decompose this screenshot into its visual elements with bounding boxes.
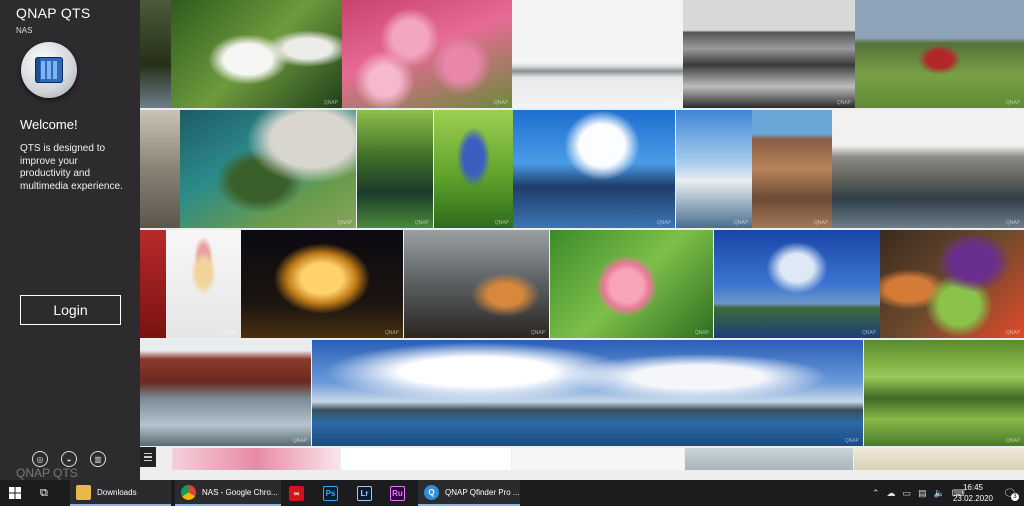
taskbar-item-creative-cloud[interactable]: ∞ xyxy=(289,480,307,506)
photo-tile: QNAP xyxy=(855,0,1024,108)
battery-icon[interactable]: ▭ xyxy=(903,488,912,499)
taskbar-item-chrome[interactable]: NAS - Google Chro... xyxy=(175,480,281,506)
taskbar-item-rush[interactable]: Ru xyxy=(390,480,408,506)
photo-tile: QNAP xyxy=(434,110,513,228)
photo-tile xyxy=(685,448,853,470)
photo-tile: QNAP xyxy=(512,0,683,108)
photo-tile: QNAP xyxy=(683,0,855,108)
network-icon[interactable]: ▤ xyxy=(918,488,927,499)
rush-icon: Ru xyxy=(390,485,405,501)
login-panel: QNAP QTS NAS Welcome! QTS is designed to… xyxy=(0,0,140,480)
welcome-heading: Welcome! xyxy=(20,117,78,132)
photo-tile: QNAP xyxy=(880,230,1024,338)
photo-tile: QNAP xyxy=(864,340,1024,446)
cloud-icon[interactable]: ☁ xyxy=(887,488,896,499)
brand-qnap: QNAP xyxy=(16,5,57,21)
mobile-apps-icon[interactable]: ◎ xyxy=(32,451,48,467)
photo-tile: QNAP xyxy=(676,110,752,228)
device-label: NAS xyxy=(16,26,33,35)
chevron-up-icon[interactable]: ⌃ xyxy=(872,488,880,499)
photo-tile: QNAP xyxy=(171,0,342,108)
welcome-description: QTS is designed to improve your producti… xyxy=(20,143,123,192)
photo-tile: QNAP xyxy=(404,230,549,338)
clock-date: 23.02.2020 xyxy=(952,494,994,503)
lightroom-icon: Lr xyxy=(357,485,372,501)
photo-tile xyxy=(140,0,171,108)
notification-count: 3 xyxy=(1010,492,1019,501)
windows-taskbar: ⧉ Downloads NAS - Google Chro... ∞ Ps Lr… xyxy=(0,480,1024,506)
photo-tile: QNAP xyxy=(832,110,1024,228)
photo-tile: QNAP xyxy=(513,110,675,228)
brand-qts: QTS xyxy=(60,5,91,21)
taskbar-item-downloads[interactable]: Downloads xyxy=(70,480,171,506)
taskbar-item-qfinder[interactable]: Q QNAP Qfinder Pro ... xyxy=(418,480,520,506)
folder-icon xyxy=(76,484,91,500)
photo-tile xyxy=(140,110,180,228)
qts-login-screen: QNAP QNAP QNAP QNAP QNAP QNAP QNAP QNAP … xyxy=(0,0,1024,506)
photoshop-icon: Ps xyxy=(323,485,338,501)
taskbar-item-lightroom[interactable]: Lr xyxy=(357,480,375,506)
qfinder-icon: Q xyxy=(424,484,439,500)
clock-time: 16:45 xyxy=(962,483,984,492)
windows-logo-icon xyxy=(9,487,21,499)
notification-icon: 🗨 3 xyxy=(1003,487,1019,501)
photo-tile: QNAP xyxy=(714,230,880,338)
taskbar-item-photoshop[interactable]: Ps xyxy=(323,480,341,506)
photo-tile: QNAP xyxy=(241,230,403,338)
photo-tile: QNAP xyxy=(180,110,356,228)
panel-menu-handle[interactable] xyxy=(140,447,156,467)
task-view-icon: ⧉ xyxy=(40,486,48,499)
notification-center-button[interactable]: 🗨 3 xyxy=(1003,480,1019,506)
photo-tile: QNAP xyxy=(166,230,241,338)
chrome-icon xyxy=(181,484,196,500)
brand-title: QNAP QTS xyxy=(16,5,91,21)
creative-cloud-icon: ∞ xyxy=(289,485,304,501)
photo-tile: QNAP xyxy=(752,110,832,228)
clock[interactable]: 16:45 23.02.2020 xyxy=(948,482,998,504)
photo-tile xyxy=(854,448,1024,470)
photo-tile xyxy=(140,230,166,338)
photo-tile xyxy=(512,448,684,470)
photo-tile xyxy=(341,448,511,470)
login-button[interactable]: Login xyxy=(20,295,121,325)
photo-tile: QNAP xyxy=(357,110,433,228)
start-button[interactable] xyxy=(9,480,25,506)
footer-brand: QNAP QTS xyxy=(16,466,78,480)
panel-footer-icons: ◎ ◒ ▥ xyxy=(32,451,106,467)
portal-icon[interactable]: ▥ xyxy=(90,451,106,467)
nas-device-icon xyxy=(21,42,77,98)
photo-tile: QNAP xyxy=(550,230,713,338)
volume-icon[interactable]: 🔈 xyxy=(934,488,945,499)
utility-icon[interactable]: ◒ xyxy=(61,451,77,467)
photo-tile: QNAP xyxy=(140,340,311,446)
photo-wall: QNAP QNAP QNAP QNAP QNAP QNAP QNAP QNAP … xyxy=(0,0,1024,480)
photo-tile: QNAP xyxy=(312,340,863,446)
photo-tile: QNAP xyxy=(342,0,512,108)
task-view-button[interactable]: ⧉ xyxy=(40,480,58,506)
photo-tile xyxy=(172,448,340,470)
